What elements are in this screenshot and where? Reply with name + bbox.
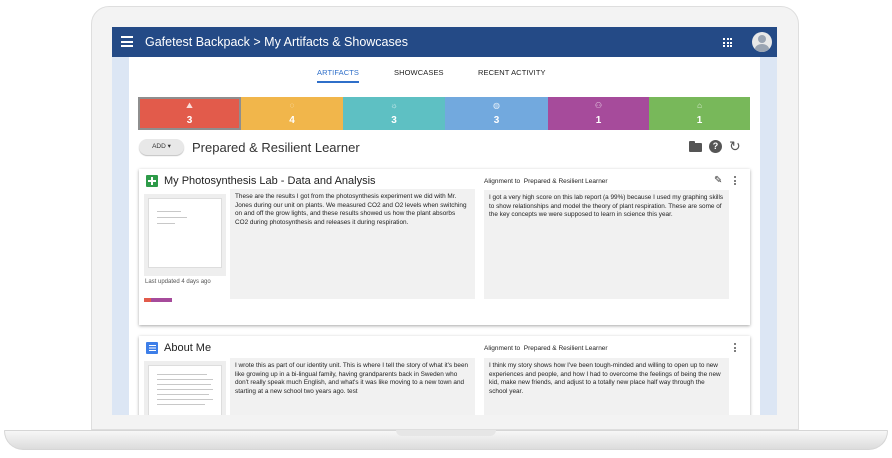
edit-pencil-icon[interactable]: ✎ — [714, 175, 722, 186]
alignment-prefix: Alignment to — [484, 345, 521, 352]
main-content: ARTIFACTS SHOWCASES RECENT ACTIVITY ⛰ 3 … — [129, 57, 760, 415]
app-bar: Gafetest Backpack > My Artifacts & Showc… — [112, 27, 777, 57]
leaf-icon: ⌂ — [697, 101, 702, 110]
alignment-reflection: I got a very high score on this lab repo… — [484, 190, 729, 299]
alignment-target: Prepared & Resilient Learner — [523, 345, 608, 352]
help-icon[interactable]: ? — [709, 140, 722, 153]
artifact-card[interactable]: About Me I wrote this as part of our ide… — [139, 336, 750, 415]
category-tiles: ⛰ 3 ◌ 4 ☼ 3 ◍ 3 ⚇ 1 ⌂ 1 — [138, 97, 750, 130]
laptop-screen: Gafetest Backpack > My Artifacts & Showc… — [112, 27, 777, 415]
category-tile-thinker[interactable]: ☼ 3 — [343, 97, 445, 130]
folder-icon[interactable] — [689, 141, 702, 152]
add-button[interactable]: ADD ▾ — [139, 139, 184, 155]
category-colorbar — [144, 289, 172, 302]
tab-showcases[interactable]: SHOWCASES — [394, 68, 444, 77]
category-tile-citizen[interactable]: ⌂ 1 — [649, 97, 750, 130]
artifact-description: I wrote this as part of our identity uni… — [230, 358, 475, 415]
alignment-target: Prepared & Resilient Learner — [523, 178, 608, 185]
people-icon: ⚇ — [594, 101, 603, 110]
thumbnail-page — [148, 198, 222, 268]
alignment-label: Alignment to Prepared & Resilient Learne… — [484, 345, 608, 352]
category-tile-communicator[interactable]: ◌ 4 — [241, 97, 343, 130]
globe-icon: ◍ — [493, 101, 500, 110]
artifact-thumbnail[interactable] — [144, 194, 226, 276]
category-tile-collaborator[interactable]: ⚇ 1 — [548, 97, 649, 130]
artifact-description: These are the results I got from the pho… — [230, 189, 475, 299]
category-count: 4 — [289, 115, 295, 126]
more-options-icon[interactable] — [734, 176, 737, 187]
section-toolbar: ADD ▾ Prepared & Resilient Learner ? ↻ — [139, 137, 751, 157]
learner-icon: ⛰ — [186, 101, 193, 110]
category-count: 1 — [595, 115, 602, 126]
tab-bar: ARTIFACTS SHOWCASES RECENT ACTIVITY — [129, 57, 760, 87]
alignment-label: Alignment to Prepared & Resilient Learne… — [484, 178, 608, 185]
page-title: Gafetest Backpack > My Artifacts & Showc… — [145, 35, 408, 49]
refresh-icon[interactable]: ↻ — [729, 138, 741, 155]
category-count: 1 — [696, 115, 703, 126]
tab-artifacts[interactable]: ARTIFACTS — [317, 68, 360, 83]
artifact-card[interactable]: My Photosynthesis Lab - Data and Analysi… — [139, 169, 750, 325]
category-count: 3 — [186, 115, 193, 126]
laptop-notch — [396, 430, 496, 436]
tab-recent-activity[interactable]: RECENT ACTIVITY — [478, 68, 546, 77]
avatar[interactable] — [752, 32, 772, 52]
alignment-reflection: I think my story shows how I've been tou… — [484, 358, 729, 415]
chat-icon: ◌ — [289, 101, 295, 110]
right-gutter — [760, 57, 777, 415]
category-count: 3 — [493, 115, 500, 126]
lightbulb-icon: ☼ — [390, 101, 398, 110]
thumbnail-page — [148, 365, 222, 415]
section-title: Prepared & Resilient Learner — [192, 140, 360, 155]
hamburger-menu-icon[interactable] — [121, 36, 133, 47]
alignment-prefix: Alignment to — [484, 178, 521, 185]
category-count: 3 — [391, 115, 397, 126]
docs-icon — [146, 342, 158, 354]
apps-grid-icon[interactable] — [723, 38, 732, 47]
more-options-icon[interactable] — [734, 343, 737, 354]
category-tile-global[interactable]: ◍ 3 — [445, 97, 548, 130]
artifact-thumbnail[interactable] — [144, 361, 226, 415]
left-gutter — [112, 57, 129, 415]
artifact-title[interactable]: My Photosynthesis Lab - Data and Analysi… — [164, 175, 376, 187]
sheets-icon — [146, 175, 158, 187]
last-updated: Last updated 4 days ago — [145, 279, 211, 285]
artifact-title[interactable]: About Me — [164, 342, 211, 354]
category-tile-learner[interactable]: ⛰ 3 — [138, 97, 241, 130]
